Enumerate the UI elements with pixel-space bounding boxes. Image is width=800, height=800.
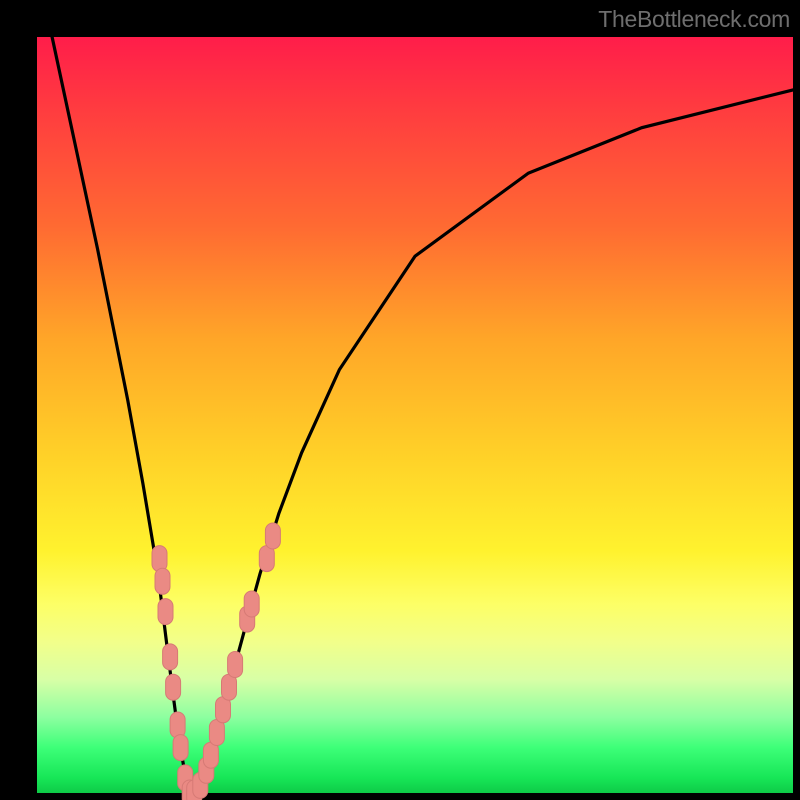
- marker-point: [158, 599, 173, 625]
- marker-point: [166, 674, 181, 700]
- bottleneck-curve: [52, 37, 793, 793]
- marker-point: [209, 720, 224, 746]
- marker-point: [203, 742, 218, 768]
- marker-point: [228, 652, 243, 678]
- marker-point: [163, 644, 178, 670]
- watermark-text: TheBottleneck.com: [598, 6, 790, 33]
- marker-point: [265, 523, 280, 549]
- marker-point: [222, 674, 237, 700]
- plot-area: [37, 37, 793, 793]
- marker-point: [152, 546, 167, 572]
- marker-point: [216, 697, 231, 723]
- marker-point: [170, 712, 185, 738]
- marker-point: [244, 591, 259, 617]
- marker-point: [155, 568, 170, 594]
- chart-frame: TheBottleneck.com: [0, 0, 800, 800]
- curve-markers: [152, 523, 280, 800]
- marker-point: [173, 735, 188, 761]
- marker-point: [259, 546, 274, 572]
- curve-layer: [37, 37, 793, 793]
